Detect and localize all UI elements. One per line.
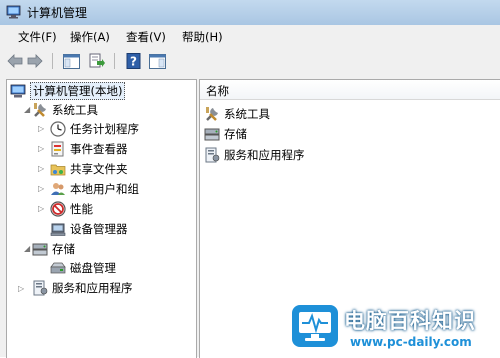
menu-file[interactable]: 文件(F) <box>18 29 57 45</box>
device-manager-icon <box>50 223 66 236</box>
show-action-pane-button[interactable] <box>148 52 166 70</box>
tree-node-system-tools[interactable]: 系统工具 <box>32 100 98 119</box>
storage-icon <box>204 128 220 140</box>
tree-node-shared-folders[interactable]: 共享文件夹 <box>50 159 128 178</box>
site-watermark: 电脑百科知识 www.pc-daily.com <box>290 297 500 357</box>
tree-label-event-viewer: 事件查看器 <box>70 141 128 156</box>
computer-management-icon <box>6 5 21 19</box>
tree-label-storage: 存储 <box>52 241 75 256</box>
watermark-title: 电脑百科知识 <box>344 309 476 333</box>
tree-node-event-viewer[interactable]: 事件查看器 <box>50 139 128 158</box>
list-item[interactable]: 服务和应用程序 <box>204 145 305 164</box>
tree-node-services-apps[interactable]: 服务和应用程序 <box>32 278 133 297</box>
toolbar-separator <box>52 53 53 69</box>
back-arrow-icon <box>7 54 23 68</box>
list-item[interactable]: 系统工具 <box>204 104 270 123</box>
show-hide-tree-button[interactable] <box>62 52 80 70</box>
tree-label-root: 计算机管理(本地) <box>30 81 126 100</box>
computer-management-icon <box>10 84 26 97</box>
menu-view[interactable]: 查看(V) <box>126 29 166 45</box>
event-log-icon <box>51 141 64 156</box>
tree-node-local-users[interactable]: 本地用户和组 <box>50 179 139 198</box>
action-pane-icon <box>148 53 166 69</box>
tools-icon <box>34 102 46 117</box>
export-list-button[interactable] <box>88 52 106 70</box>
expand-arrow-icon[interactable]: ▷ <box>38 124 44 133</box>
tree-node-device-manager[interactable]: 设备管理器 <box>50 219 128 238</box>
column-header-name[interactable]: 名称 <box>200 80 500 100</box>
tree-node-storage[interactable]: 存储 <box>32 239 75 258</box>
tree-label-system-tools: 系统工具 <box>52 102 98 117</box>
toolbar: ? <box>0 48 500 75</box>
menu-action[interactable]: 操作(A) <box>70 29 110 45</box>
toolbar-separator <box>114 53 115 69</box>
tree-node-task-scheduler[interactable]: 任务计划程序 <box>50 119 139 138</box>
watermark-url: www.pc-daily.com <box>350 335 472 349</box>
menu-bar: 文件(F) 操作(A) 查看(V) 帮助(H) <box>0 25 500 48</box>
disk-icon <box>50 262 66 273</box>
svg-text:?: ? <box>130 55 137 69</box>
collapse-arrow-icon[interactable]: ◢ <box>24 105 30 114</box>
services-icon <box>205 147 220 162</box>
column-header-label: 名称 <box>206 84 229 98</box>
users-icon <box>51 182 65 195</box>
tree-label-services-apps: 服务和应用程序 <box>52 280 133 295</box>
expand-arrow-icon[interactable]: ▷ <box>38 184 44 193</box>
help-book-icon: ? <box>126 53 140 69</box>
performance-icon <box>50 200 66 217</box>
expand-arrow-icon[interactable]: ▷ <box>38 144 44 153</box>
tree-node-disk-management[interactable]: 磁盘管理 <box>50 258 116 277</box>
tree-label-task-scheduler: 任务计划程序 <box>70 121 139 136</box>
tree-node-performance[interactable]: 性能 <box>50 199 93 218</box>
tree-label-device-manager: 设备管理器 <box>70 221 128 236</box>
list-item-label: 存储 <box>224 126 247 141</box>
console-tree-icon <box>62 53 80 69</box>
list-item-label: 服务和应用程序 <box>224 147 305 162</box>
title-bar: 计算机管理 <box>0 0 500 25</box>
back-button[interactable] <box>6 52 24 70</box>
export-list-icon <box>89 53 105 68</box>
menu-help[interactable]: 帮助(H) <box>182 29 223 45</box>
tree-label-shared-folders: 共享文件夹 <box>70 161 128 176</box>
forward-button[interactable] <box>26 52 44 70</box>
monitor-logo-icon <box>292 305 338 347</box>
window-title: 计算机管理 <box>27 6 88 20</box>
expand-arrow-icon[interactable]: ▷ <box>38 164 44 173</box>
services-icon <box>33 280 48 295</box>
tree-label-performance: 性能 <box>70 201 93 216</box>
help-button[interactable]: ? <box>124 52 142 70</box>
storage-icon <box>32 243 48 255</box>
list-item[interactable]: 存储 <box>204 124 247 143</box>
shared-folder-icon <box>50 164 66 175</box>
expand-arrow-icon[interactable]: ▷ <box>38 204 44 213</box>
tools-icon <box>206 106 218 121</box>
forward-arrow-icon <box>27 54 43 68</box>
tree-label-local-users: 本地用户和组 <box>70 181 139 196</box>
tree-node-root[interactable]: 计算机管理(本地) <box>10 81 126 100</box>
expand-arrow-icon[interactable]: ▷ <box>18 284 24 293</box>
list-item-label: 系统工具 <box>224 106 270 121</box>
collapse-arrow-icon[interactable]: ◢ <box>24 244 30 253</box>
clock-icon <box>50 120 66 137</box>
tree-label-disk-management: 磁盘管理 <box>70 260 116 275</box>
